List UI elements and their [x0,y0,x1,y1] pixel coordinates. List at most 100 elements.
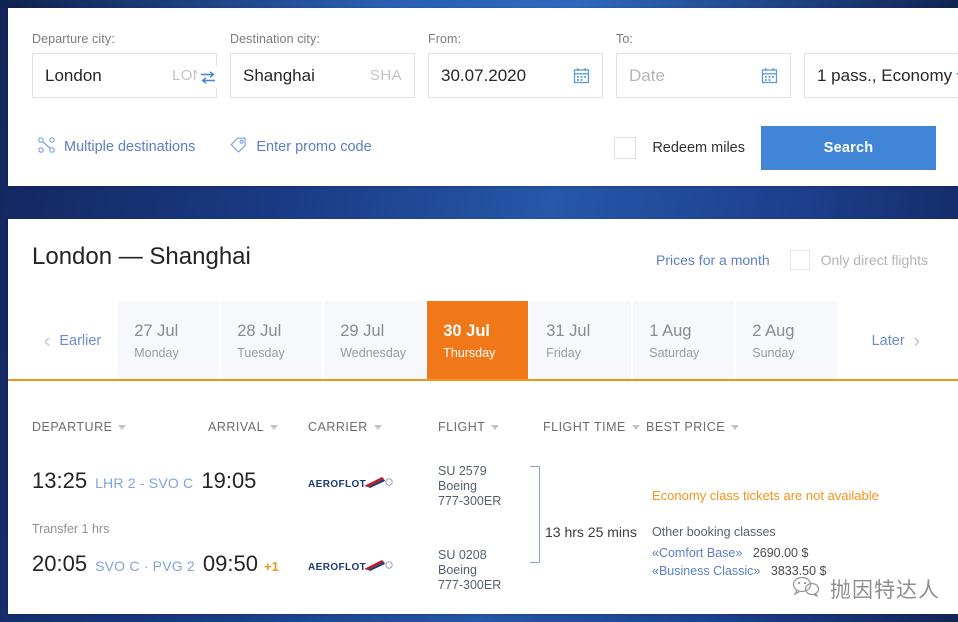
passengers-class-select[interactable]: 1 pass., Economy [804,53,958,98]
only-direct-flights-control[interactable]: Only direct flights [789,250,928,270]
column-header-arrival[interactable]: ARRIVAL [208,420,279,434]
column-header-best-price[interactable]: BEST PRICE [646,420,740,434]
departure-city-field: Departure city: London LON [32,32,217,98]
multiple-destinations-link[interactable]: Multiple destinations [38,136,196,157]
segment-2-arrive-time: 09:50 [202,551,258,576]
column-header-flight[interactable]: FLIGHT [438,420,500,434]
date-tab-2-aug[interactable]: 2 Aug Sunday [736,301,838,381]
multiple-destinations-label: Multiple destinations [64,138,196,155]
only-direct-flights-checkbox[interactable] [789,250,810,270]
column-header-departure[interactable]: DEPARTURE [32,420,127,434]
from-date-input[interactable]: 30.07.2020 [428,53,603,98]
date-tab-date: 1 Aug [649,322,692,340]
destination-city-value: Shanghai [243,65,315,85]
to-date-label: To: [616,32,633,46]
to-date-input[interactable]: Date [616,53,791,98]
date-tab-weekday: Sunday [752,346,795,360]
itinerary-bracket [530,466,540,563]
date-tab-date: 31 Jul [546,322,591,340]
column-header-carrier[interactable]: CARRIER [308,420,382,434]
chevron-right-icon: › [913,330,920,352]
to-date-placeholder: Date [629,65,665,85]
earlier-label: Earlier [59,333,102,349]
sort-caret-icon [731,424,740,430]
results-header-actions: Prices for a month Only direct flights [656,250,928,270]
sort-caret-icon [270,424,279,430]
watermark: 抛因特达人 [791,574,940,604]
redeem-miles-label: Redeem miles [652,140,745,156]
booking-class-comfort-base[interactable]: «Comfort Base» 2690.00 $ [652,546,952,560]
date-tab-27-jul[interactable]: 27 Jul Monday [118,301,220,381]
date-tab-31-jul[interactable]: 31 Jul Friday [530,301,632,381]
segment-2-aircraft: Boeing 777-300ER [438,563,502,592]
date-tab-29-jul[interactable]: 29 Jul Wednesday [324,301,426,381]
column-header-flight-time[interactable]: FLIGHT TIME [543,420,640,434]
to-date-field: To: Date [616,32,791,98]
booking-class-name: «Comfort Base» [652,546,743,560]
later-label: Later [871,333,905,349]
date-tab-weekday: Tuesday [237,346,285,360]
wechat-bubble-icon [791,575,821,604]
date-tab-weekday: Wednesday [340,346,407,360]
date-selector-strip: ‹ Earlier 27 Jul Monday 28 Jul Tuesday 2… [8,301,958,381]
promo-code-link[interactable]: Enter promo code [229,136,372,157]
later-dates-button[interactable]: Later › [856,301,936,381]
date-tab-weekday: Friday [546,346,581,360]
segment-1-depart-time: 13:25 [32,468,88,493]
destination-city-field: Destination city: Shanghai SHA [230,32,415,98]
search-actions: Redeem miles Search [614,126,936,170]
segment-2-ports: SVO C · PVG 2 [95,558,195,574]
date-tab-weekday: Thursday [443,346,496,360]
watermark-text: 抛因特达人 [830,579,940,602]
earlier-dates-button[interactable]: ‹ Earlier [28,301,117,381]
multiple-destinations-icon [38,136,55,157]
total-flight-time: 13 hrs 25 mins [545,524,637,540]
from-date-field: From: 30.07.2020 [428,32,603,98]
sort-caret-icon [118,424,127,430]
calendar-icon[interactable] [573,67,590,84]
redeem-miles-checkbox[interactable] [614,137,637,159]
date-tab-date: 2 Aug [752,322,795,340]
aeroflot-logo-icon: AEROFLOT [308,474,396,492]
destination-city-input[interactable]: Shanghai SHA [230,53,415,98]
date-tab-1-aug[interactable]: 1 Aug Saturday [633,301,735,381]
date-tab-date: 30 Jul [443,322,491,340]
passengers-class-field: 1 pass., Economy [804,32,958,98]
flight-search-panel: Departure city: London LON Destination c… [8,8,958,186]
promo-tag-icon [229,136,247,157]
prices-for-a-month-link[interactable]: Prices for a month [656,252,770,268]
segment-1-times: 13:25 LHR 2 - SVO C 19:05 [32,468,256,494]
date-tab-date: 27 Jul [134,322,179,340]
segment-1-arrive-time: 19:05 [201,468,257,493]
calendar-icon[interactable] [761,67,778,84]
economy-unavailable-note: Economy class tickets are not available [652,488,879,503]
date-tab-30-jul-selected[interactable]: 30 Jul Thursday [427,301,529,381]
other-booking-classes-label: Other booking classes [652,525,776,539]
destination-city-code: SHA [369,67,402,84]
only-direct-flights-label: Only direct flights [820,252,928,268]
from-date-value: 30.07.2020 [441,65,527,85]
departure-city-label: Departure city: [32,32,115,46]
promo-code-label: Enter promo code [256,138,372,155]
svg-text:AEROFLOT: AEROFLOT [308,562,366,573]
sort-caret-icon [631,424,640,430]
search-button[interactable]: Search [761,126,936,170]
segment-1-flight-number: SU 2579 [438,464,487,478]
segment-2-times: 20:05 SVO C · PVG 2 09:50 +1 [32,551,279,577]
swap-arrows-icon[interactable] [197,66,219,88]
sort-caret-icon [491,424,500,430]
aeroflot-logo-icon: AEROFLOT [308,557,396,575]
departure-city-input[interactable]: London LON [32,53,217,98]
destination-city-label: Destination city: [230,32,320,46]
passengers-class-value: 1 pass., Economy [817,65,953,85]
from-date-label: From: [428,32,462,46]
booking-class-price: 2690.00 $ [752,546,809,560]
search-fields-row: Departure city: London LON Destination c… [32,32,958,98]
segment-1-aircraft: Boeing 777-300ER [438,479,502,508]
departure-city-value: London [45,65,102,85]
date-tab-date: 29 Jul [340,322,385,340]
date-tab-weekday: Monday [134,346,179,360]
date-tab-28-jul[interactable]: 28 Jul Tuesday [221,301,323,381]
segment-2-depart-time: 20:05 [32,551,88,576]
chevron-left-icon: ‹ [44,330,51,352]
